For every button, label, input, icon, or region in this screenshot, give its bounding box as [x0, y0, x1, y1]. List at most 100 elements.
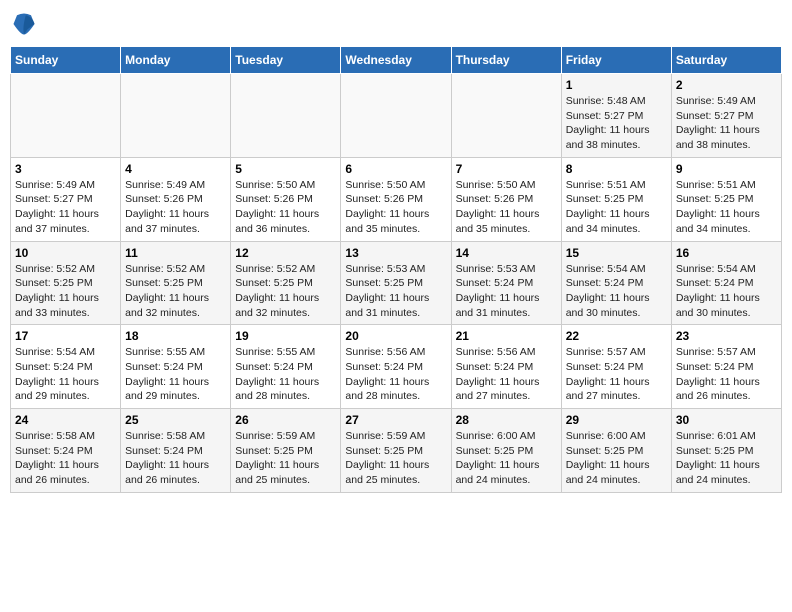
day-info: Sunrise: 5:52 AM Sunset: 5:25 PM Dayligh…: [15, 262, 116, 321]
day-number: 20: [345, 329, 446, 343]
calendar-cell: 1 Sunrise: 5:48 AM Sunset: 5:27 PM Daylig…: [561, 74, 671, 158]
calendar-cell: 7 Sunrise: 5:50 AM Sunset: 5:26 PM Daylig…: [451, 157, 561, 241]
day-number: 29: [566, 413, 667, 427]
day-number: 1: [566, 78, 667, 92]
calendar-week-0: 1 Sunrise: 5:48 AM Sunset: 5:27 PM Daylig…: [11, 74, 782, 158]
day-number: 22: [566, 329, 667, 343]
calendar-cell: 10 Sunrise: 5:52 AM Sunset: 5:25 PM Dayli…: [11, 241, 121, 325]
calendar-cell: 15 Sunrise: 5:54 AM Sunset: 5:24 PM Dayli…: [561, 241, 671, 325]
day-number: 2: [676, 78, 777, 92]
day-info: Sunrise: 5:52 AM Sunset: 5:25 PM Dayligh…: [235, 262, 336, 321]
calendar-table: SundayMondayTuesdayWednesdayThursdayFrid…: [10, 46, 782, 493]
day-info: Sunrise: 5:49 AM Sunset: 5:26 PM Dayligh…: [125, 178, 226, 237]
calendar-cell: 13 Sunrise: 5:53 AM Sunset: 5:25 PM Dayli…: [341, 241, 451, 325]
calendar-cell: 24 Sunrise: 5:58 AM Sunset: 5:24 PM Dayli…: [11, 409, 121, 493]
calendar-cell: [451, 74, 561, 158]
day-info: Sunrise: 5:49 AM Sunset: 5:27 PM Dayligh…: [15, 178, 116, 237]
day-number: 24: [15, 413, 116, 427]
day-number: 16: [676, 246, 777, 260]
calendar-header-row: SundayMondayTuesdayWednesdayThursdayFrid…: [11, 47, 782, 74]
calendar-cell: 20 Sunrise: 5:56 AM Sunset: 5:24 PM Dayli…: [341, 325, 451, 409]
day-number: 18: [125, 329, 226, 343]
day-number: 19: [235, 329, 336, 343]
day-number: 6: [345, 162, 446, 176]
day-header-saturday: Saturday: [671, 47, 781, 74]
calendar-cell: 29 Sunrise: 6:00 AM Sunset: 5:25 PM Dayli…: [561, 409, 671, 493]
day-info: Sunrise: 6:01 AM Sunset: 5:25 PM Dayligh…: [676, 429, 777, 488]
day-info: Sunrise: 5:51 AM Sunset: 5:25 PM Dayligh…: [566, 178, 667, 237]
page-header: [10, 10, 782, 38]
calendar-cell: 5 Sunrise: 5:50 AM Sunset: 5:26 PM Daylig…: [231, 157, 341, 241]
day-info: Sunrise: 5:55 AM Sunset: 5:24 PM Dayligh…: [125, 345, 226, 404]
calendar-cell: 11 Sunrise: 5:52 AM Sunset: 5:25 PM Dayli…: [121, 241, 231, 325]
day-info: Sunrise: 5:53 AM Sunset: 5:25 PM Dayligh…: [345, 262, 446, 321]
day-number: 11: [125, 246, 226, 260]
calendar-cell: 18 Sunrise: 5:55 AM Sunset: 5:24 PM Dayli…: [121, 325, 231, 409]
calendar-week-3: 17 Sunrise: 5:54 AM Sunset: 5:24 PM Dayli…: [11, 325, 782, 409]
calendar-cell: 14 Sunrise: 5:53 AM Sunset: 5:24 PM Dayli…: [451, 241, 561, 325]
calendar-cell: 21Sunrise: 5:56 AM Sunset: 5:24 PM Dayli…: [451, 325, 561, 409]
day-number: 7: [456, 162, 557, 176]
day-number: 13: [345, 246, 446, 260]
day-number: 4: [125, 162, 226, 176]
day-number: 30: [676, 413, 777, 427]
calendar-cell: 26 Sunrise: 5:59 AM Sunset: 5:25 PM Dayli…: [231, 409, 341, 493]
calendar-cell: [11, 74, 121, 158]
day-number: 5: [235, 162, 336, 176]
day-number: 8: [566, 162, 667, 176]
calendar-cell: 9Sunrise: 5:51 AM Sunset: 5:25 PM Daylig…: [671, 157, 781, 241]
day-number: 17: [15, 329, 116, 343]
day-number: 10: [15, 246, 116, 260]
calendar-cell: [341, 74, 451, 158]
day-info: Sunrise: 5:58 AM Sunset: 5:24 PM Dayligh…: [125, 429, 226, 488]
day-info: Sunrise: 5:54 AM Sunset: 5:24 PM Dayligh…: [566, 262, 667, 321]
day-number: 12: [235, 246, 336, 260]
calendar-cell: 30 Sunrise: 6:01 AM Sunset: 5:25 PM Dayli…: [671, 409, 781, 493]
day-number: 14: [456, 246, 557, 260]
day-info: Sunrise: 5:58 AM Sunset: 5:24 PM Dayligh…: [15, 429, 116, 488]
day-info: Sunrise: 5:59 AM Sunset: 5:25 PM Dayligh…: [235, 429, 336, 488]
calendar-week-4: 24 Sunrise: 5:58 AM Sunset: 5:24 PM Dayli…: [11, 409, 782, 493]
day-info: Sunrise: 5:56 AM Sunset: 5:24 PM Dayligh…: [345, 345, 446, 404]
day-header-tuesday: Tuesday: [231, 47, 341, 74]
day-info: Sunrise: 5:50 AM Sunset: 5:26 PM Dayligh…: [456, 178, 557, 237]
calendar-cell: 19 Sunrise: 5:55 AM Sunset: 5:24 PM Dayli…: [231, 325, 341, 409]
day-header-thursday: Thursday: [451, 47, 561, 74]
day-info: Sunrise: 6:00 AM Sunset: 5:25 PM Dayligh…: [456, 429, 557, 488]
day-info: Sunrise: 5:49 AM Sunset: 5:27 PM Dayligh…: [676, 94, 777, 153]
day-info: Sunrise: 5:50 AM Sunset: 5:26 PM Dayligh…: [235, 178, 336, 237]
day-number: 9: [676, 162, 777, 176]
day-info: Sunrise: 5:57 AM Sunset: 5:24 PM Dayligh…: [676, 345, 777, 404]
day-number: 27: [345, 413, 446, 427]
calendar-cell: 3 Sunrise: 5:49 AM Sunset: 5:27 PM Daylig…: [11, 157, 121, 241]
day-info: Sunrise: 6:00 AM Sunset: 5:25 PM Dayligh…: [566, 429, 667, 488]
calendar-cell: 6 Sunrise: 5:50 AM Sunset: 5:26 PM Daylig…: [341, 157, 451, 241]
day-info: Sunrise: 5:52 AM Sunset: 5:25 PM Dayligh…: [125, 262, 226, 321]
day-info: Sunrise: 5:57 AM Sunset: 5:24 PM Dayligh…: [566, 345, 667, 404]
day-info: Sunrise: 5:54 AM Sunset: 5:24 PM Dayligh…: [15, 345, 116, 404]
day-number: 21: [456, 329, 557, 343]
day-info: Sunrise: 5:55 AM Sunset: 5:24 PM Dayligh…: [235, 345, 336, 404]
calendar-cell: 22 Sunrise: 5:57 AM Sunset: 5:24 PM Dayli…: [561, 325, 671, 409]
day-number: 15: [566, 246, 667, 260]
calendar-cell: 27Sunrise: 5:59 AM Sunset: 5:25 PM Dayli…: [341, 409, 451, 493]
day-info: Sunrise: 5:54 AM Sunset: 5:24 PM Dayligh…: [676, 262, 777, 321]
day-info: Sunrise: 5:50 AM Sunset: 5:26 PM Dayligh…: [345, 178, 446, 237]
day-number: 3: [15, 162, 116, 176]
day-header-monday: Monday: [121, 47, 231, 74]
calendar-week-2: 10 Sunrise: 5:52 AM Sunset: 5:25 PM Dayli…: [11, 241, 782, 325]
day-info: Sunrise: 5:53 AM Sunset: 5:24 PM Dayligh…: [456, 262, 557, 321]
day-header-sunday: Sunday: [11, 47, 121, 74]
day-info: Sunrise: 5:48 AM Sunset: 5:27 PM Dayligh…: [566, 94, 667, 153]
calendar-week-1: 3 Sunrise: 5:49 AM Sunset: 5:27 PM Daylig…: [11, 157, 782, 241]
day-number: 28: [456, 413, 557, 427]
calendar-cell: [231, 74, 341, 158]
calendar-cell: [121, 74, 231, 158]
day-header-wednesday: Wednesday: [341, 47, 451, 74]
calendar-cell: 4 Sunrise: 5:49 AM Sunset: 5:26 PM Daylig…: [121, 157, 231, 241]
calendar-cell: 2 Sunrise: 5:49 AM Sunset: 5:27 PM Daylig…: [671, 74, 781, 158]
calendar-cell: 8 Sunrise: 5:51 AM Sunset: 5:25 PM Daylig…: [561, 157, 671, 241]
calendar-cell: 23Sunrise: 5:57 AM Sunset: 5:24 PM Dayli…: [671, 325, 781, 409]
day-number: 26: [235, 413, 336, 427]
calendar-cell: 25Sunrise: 5:58 AM Sunset: 5:24 PM Dayli…: [121, 409, 231, 493]
